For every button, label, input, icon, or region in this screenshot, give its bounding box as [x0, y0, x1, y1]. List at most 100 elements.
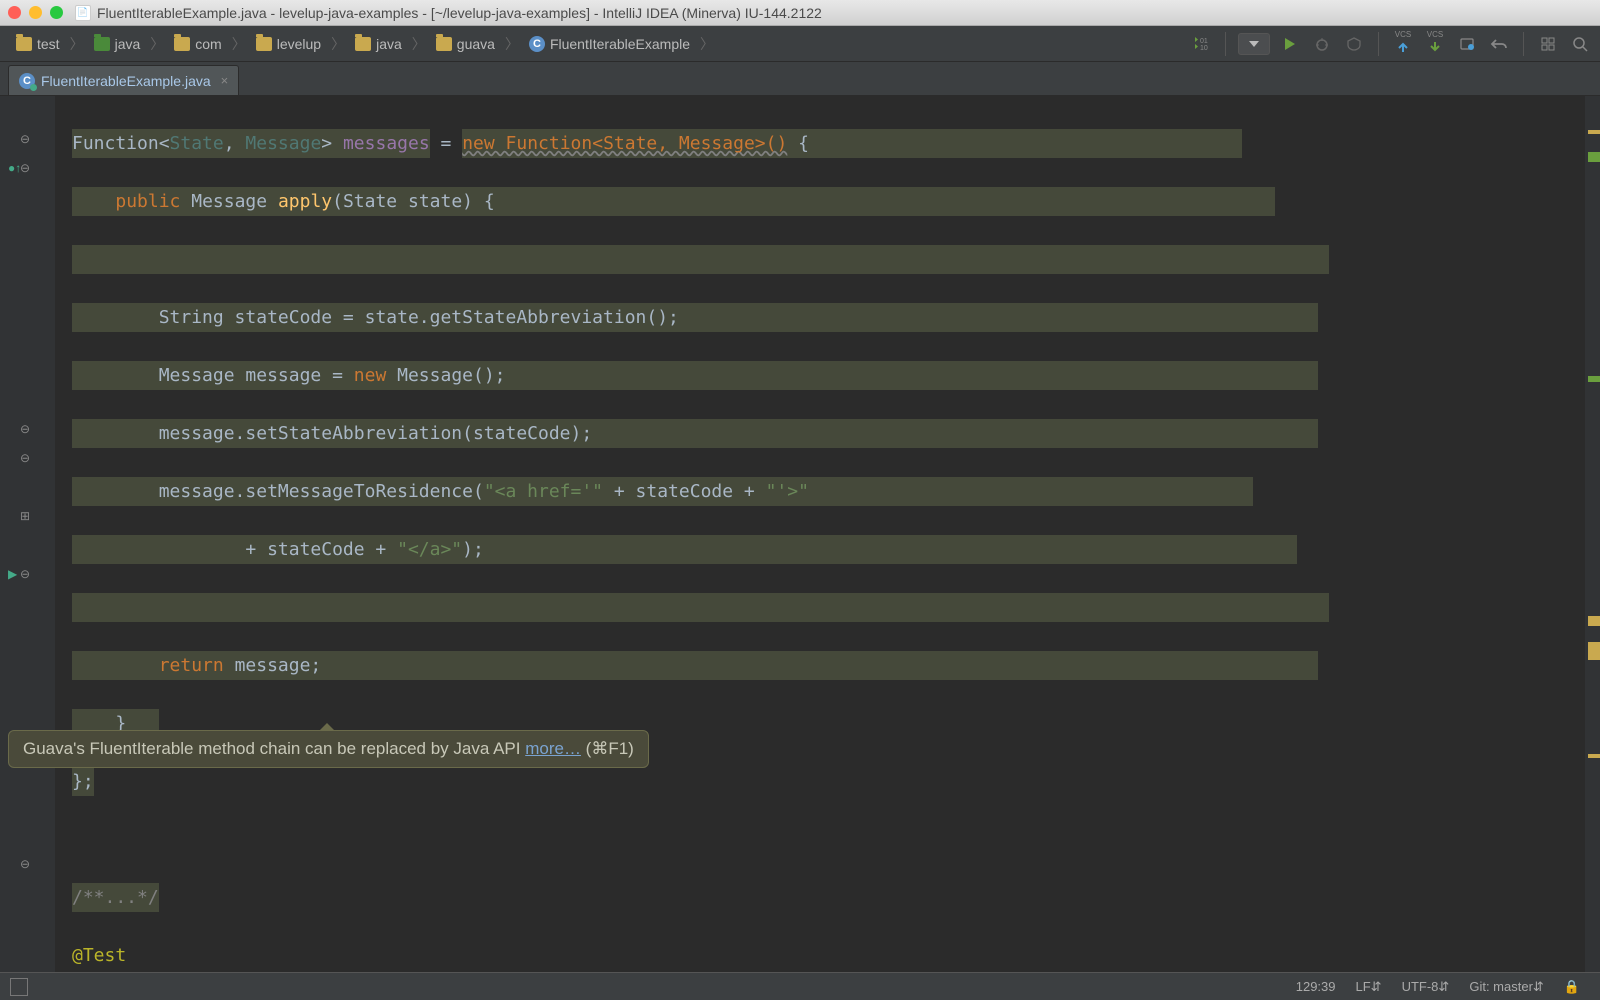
- tooltip-shortcut: (⌘F1): [581, 739, 634, 758]
- code-token: Message message =: [159, 365, 354, 386]
- error-stripe[interactable]: [1584, 96, 1600, 972]
- code-token: "<a href='": [484, 481, 603, 502]
- fold-icon[interactable]: ⊖: [20, 161, 30, 175]
- structure-button[interactable]: [1536, 32, 1560, 56]
- stripe-marker[interactable]: [1588, 130, 1600, 134]
- run-test-icon[interactable]: ▶: [8, 567, 17, 581]
- folder-icon: [355, 37, 371, 51]
- undo-button[interactable]: [1487, 32, 1511, 56]
- code-token: @Test: [72, 945, 126, 966]
- file-icon: 📄: [75, 5, 91, 21]
- run-button[interactable]: [1278, 32, 1302, 56]
- close-tab-icon[interactable]: ×: [221, 73, 229, 88]
- code-token: String stateCode = state.getStateAbbrevi…: [159, 307, 679, 328]
- status-label: LF: [1356, 979, 1371, 994]
- toolbar-separator: [1523, 32, 1524, 56]
- folder-icon: [94, 37, 110, 51]
- code-token: =: [430, 133, 463, 154]
- breadcrumb[interactable]: test〉 java〉 com〉 levelup〉 java〉 guava〉 C…: [8, 34, 1189, 54]
- code-token: new Function<State, Message>(): [462, 133, 787, 154]
- status-bar: 129:39 LF⇵ UTF-8⇵ Git: master⇵ 🔒: [0, 972, 1600, 1000]
- code-token: Message: [245, 133, 321, 154]
- fold-icon[interactable]: ⊖: [20, 567, 30, 581]
- breadcrumb-label: test: [37, 36, 60, 52]
- editor-tab[interactable]: C FluentIterableExample.java ×: [8, 65, 239, 95]
- line-separator[interactable]: LF⇵: [1346, 979, 1392, 995]
- file-encoding[interactable]: UTF-8⇵: [1392, 979, 1460, 995]
- compile-button[interactable]: 0110: [1189, 32, 1213, 56]
- stripe-marker[interactable]: [1588, 642, 1600, 660]
- minimize-window-button[interactable]: [29, 6, 42, 19]
- folder-icon: [256, 37, 272, 51]
- toolbar-separator: [1225, 32, 1226, 56]
- inspection-tooltip[interactable]: Guava's FluentIterable method chain can …: [8, 730, 649, 768]
- code-token: {: [787, 133, 809, 154]
- tool-windows-icon[interactable]: [10, 978, 28, 996]
- chevron-right-icon: 〉: [230, 34, 248, 54]
- breadcrumb-item-test[interactable]: test: [8, 34, 68, 54]
- editor-tabbar: C FluentIterableExample.java ×: [0, 62, 1600, 96]
- fold-end-icon[interactable]: ⊖: [20, 857, 30, 871]
- vcs-update-button[interactable]: VCS: [1391, 32, 1415, 56]
- editor-area: ⊖ ●↑ ⊖ ⊖ ⊖ ⊞ ▶ ⊖ ⊖ Function<State, Messa…: [0, 96, 1600, 972]
- code-token: + stateCode +: [603, 481, 766, 502]
- zoom-window-button[interactable]: [50, 6, 63, 19]
- code-token: messages: [343, 133, 430, 154]
- code-token: new: [354, 365, 387, 386]
- svg-text:01: 01: [1200, 38, 1208, 45]
- expand-icon[interactable]: ⊞: [20, 509, 30, 523]
- folder-icon: [16, 37, 32, 51]
- stripe-marker[interactable]: [1588, 754, 1600, 758]
- caret-position[interactable]: 129:39: [1286, 979, 1346, 994]
- window-traffic-lights[interactable]: [8, 6, 63, 19]
- stripe-marker[interactable]: [1588, 152, 1600, 162]
- breadcrumb-item-com[interactable]: com: [166, 34, 229, 54]
- code-token: Function<: [72, 133, 170, 154]
- breadcrumb-item-java[interactable]: java: [86, 34, 149, 54]
- code-token: return: [159, 655, 224, 676]
- code-token: public: [115, 191, 180, 212]
- fold-icon[interactable]: ⊖: [20, 132, 30, 146]
- stripe-marker[interactable]: [1588, 376, 1600, 382]
- debug-button[interactable]: [1310, 32, 1334, 56]
- lock-icon[interactable]: 🔒: [1554, 979, 1590, 995]
- window-title: FluentIterableExample.java - levelup-jav…: [97, 5, 822, 21]
- toolbar-separator: [1378, 32, 1379, 56]
- breadcrumb-label: com: [195, 36, 221, 52]
- chevron-right-icon: 〉: [329, 34, 347, 54]
- breadcrumb-item-levelup[interactable]: levelup: [248, 34, 329, 54]
- code-token: (State state) {: [332, 191, 495, 212]
- breadcrumb-item-java2[interactable]: java: [347, 34, 410, 54]
- breadcrumb-item-class[interactable]: CFluentIterableExample: [521, 34, 698, 54]
- chevron-right-icon: 〉: [68, 34, 86, 54]
- chevron-right-icon: 〉: [698, 34, 716, 54]
- coverage-button[interactable]: [1342, 32, 1366, 56]
- code-token: };: [72, 771, 94, 792]
- history-button[interactable]: [1455, 32, 1479, 56]
- code-token: Message();: [386, 365, 505, 386]
- breadcrumb-label: levelup: [277, 36, 321, 52]
- breadcrumb-label: java: [115, 36, 141, 52]
- folder-icon: [436, 37, 452, 51]
- chevron-right-icon: 〉: [503, 34, 521, 54]
- run-config-dropdown[interactable]: [1238, 33, 1270, 55]
- fold-end-icon[interactable]: ⊖: [20, 422, 30, 436]
- svg-text:10: 10: [1200, 45, 1208, 52]
- code-token: /**...*/: [72, 883, 159, 912]
- code-token: >: [321, 133, 343, 154]
- tooltip-more-link[interactable]: more…: [525, 739, 581, 758]
- close-window-button[interactable]: [8, 6, 21, 19]
- class-icon: C: [19, 73, 35, 89]
- fold-end-icon[interactable]: ⊖: [20, 451, 30, 465]
- toolbar-right: 0110 VCS VCS: [1189, 32, 1592, 56]
- stripe-marker[interactable]: [1588, 616, 1600, 626]
- vcs-commit-button[interactable]: VCS: [1423, 32, 1447, 56]
- search-button[interactable]: [1568, 32, 1592, 56]
- code-editor[interactable]: Function<State, Message> messages = new …: [56, 96, 1584, 972]
- git-branch[interactable]: Git: master⇵: [1459, 979, 1553, 995]
- breadcrumb-item-guava[interactable]: guava: [428, 34, 503, 54]
- chevron-right-icon: 〉: [148, 34, 166, 54]
- editor-gutter[interactable]: ⊖ ●↑ ⊖ ⊖ ⊖ ⊞ ▶ ⊖ ⊖: [0, 96, 56, 972]
- status-label: Git: master: [1469, 979, 1533, 994]
- code-token: apply: [278, 191, 332, 212]
